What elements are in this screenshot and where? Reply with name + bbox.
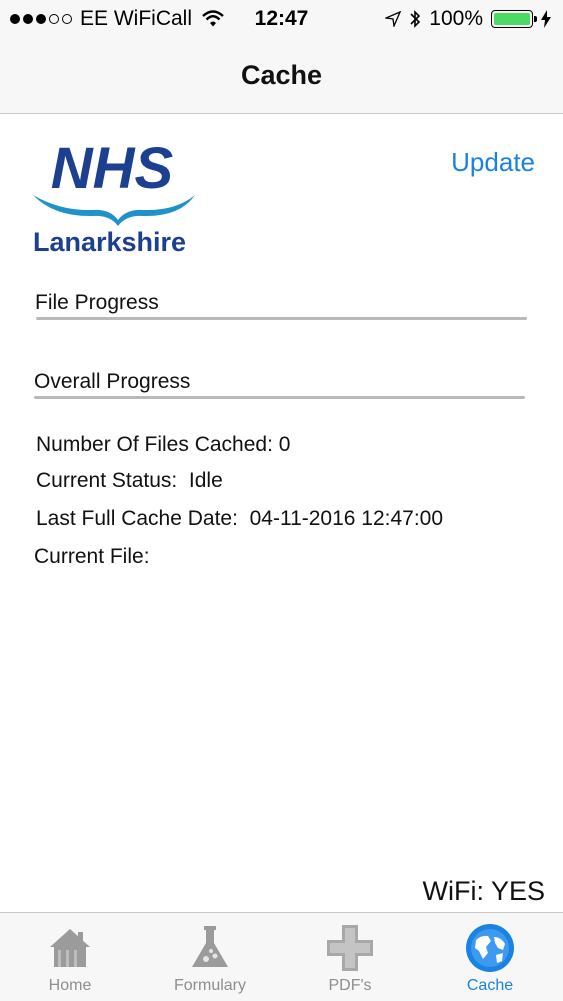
tab-home[interactable]: Home bbox=[0, 913, 140, 1001]
status-bar: EE WiFiCall 12:47 100% bbox=[0, 0, 563, 40]
wifi-status-text: WiFi: YES bbox=[422, 876, 545, 906]
current-status-text: Current Status: Idle bbox=[36, 469, 223, 492]
current-file-text: Current File: bbox=[34, 545, 150, 568]
charging-bolt-icon bbox=[541, 10, 551, 28]
update-button[interactable]: Update bbox=[451, 147, 535, 178]
battery-icon bbox=[491, 10, 537, 28]
last-cache-date-text: Last Full Cache Date: 04-11-2016 12:47:0… bbox=[36, 507, 444, 530]
flask-icon bbox=[192, 926, 228, 967]
overall-progress-bar bbox=[34, 396, 525, 399]
logo-lanarkshire-text: Lanarkshire bbox=[33, 227, 186, 257]
tab-home-label: Home bbox=[48, 977, 92, 994]
location-arrow-icon bbox=[385, 11, 402, 27]
overall-progress-label: Overall Progress bbox=[34, 370, 191, 393]
files-cached-text: Number Of Files Cached: 0 bbox=[36, 433, 291, 456]
globe-icon bbox=[466, 924, 514, 972]
cross-icon bbox=[327, 925, 373, 971]
file-progress-label: File Progress bbox=[35, 291, 159, 314]
tab-pdfs[interactable]: PDF's bbox=[280, 913, 420, 1001]
file-progress-bar bbox=[36, 317, 527, 320]
tab-bar: Home Formulary PDF's Cache bbox=[0, 912, 563, 1001]
tab-cache-label: Cache bbox=[466, 977, 514, 994]
tab-formulary-label: Formulary bbox=[173, 977, 246, 994]
battery-percent: 100% bbox=[429, 7, 483, 30]
tab-formulary[interactable]: Formulary bbox=[140, 913, 280, 1001]
tab-cache[interactable]: Cache bbox=[420, 913, 560, 1001]
tab-pdfs-label: PDF's bbox=[328, 977, 372, 994]
bluetooth-icon bbox=[410, 10, 421, 28]
navigation-bar: Cache bbox=[0, 40, 563, 114]
logo-nhs-text: NHS bbox=[51, 138, 174, 201]
home-icon bbox=[50, 929, 90, 967]
nhs-lanarkshire-logo: NHS Lanarkshire bbox=[33, 138, 195, 257]
status-right: 100% bbox=[385, 7, 551, 31]
page-title: Cache bbox=[240, 60, 323, 90]
